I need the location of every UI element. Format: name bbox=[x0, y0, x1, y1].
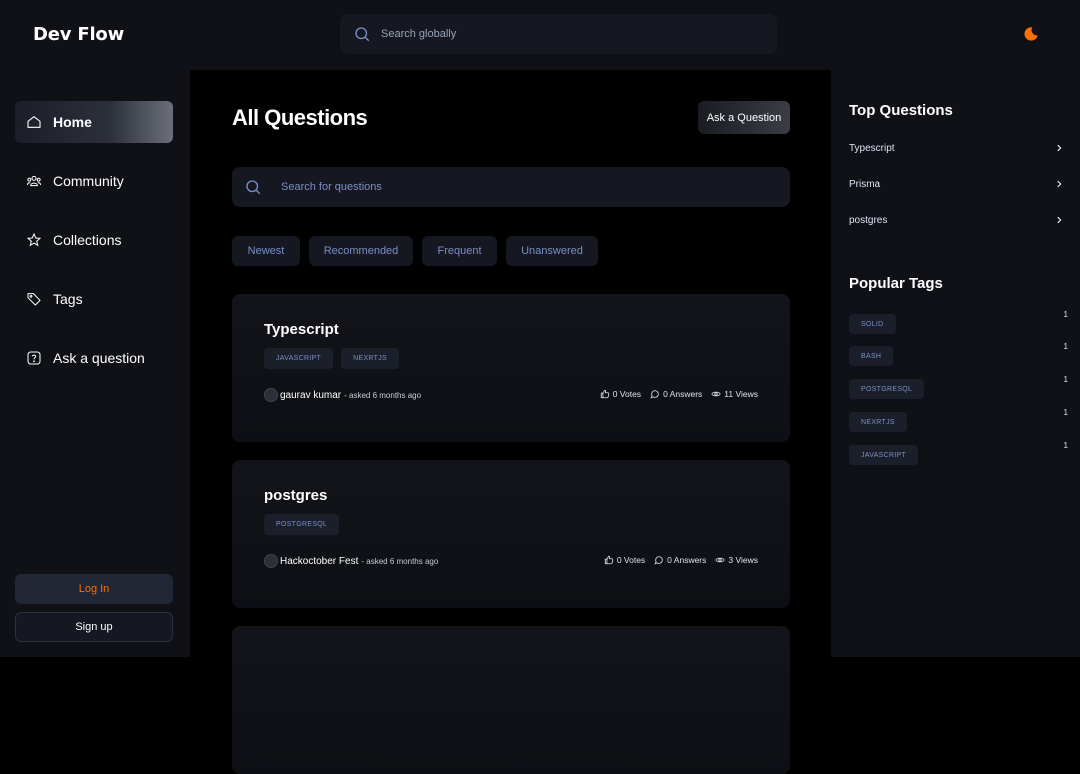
tag-count: 1 bbox=[1063, 310, 1068, 319]
top-questions-heading: Top Questions bbox=[849, 102, 953, 119]
popular-tag-item[interactable]: POSTGRESQL 1 bbox=[849, 375, 1068, 399]
home-icon bbox=[27, 115, 41, 128]
tag-chip[interactable]: BASH bbox=[849, 346, 894, 366]
question-author-meta: gaurav kumar - asked 6 months ago bbox=[264, 388, 421, 402]
sidebar-item-label: Home bbox=[53, 114, 92, 130]
chevron-right-icon bbox=[1057, 180, 1062, 188]
question-tags: POSTGRESQL bbox=[264, 514, 340, 535]
tag-icon bbox=[27, 293, 41, 306]
answers-stat: 0 Answers bbox=[650, 389, 702, 399]
author-name[interactable]: gaurav kumar bbox=[280, 390, 341, 401]
top-question-title: Prisma bbox=[849, 178, 881, 190]
eye-icon bbox=[711, 391, 721, 397]
star-icon bbox=[26, 232, 42, 247]
message-icon bbox=[654, 556, 663, 565]
question-title[interactable]: postgres bbox=[264, 487, 327, 504]
tag-chip[interactable]: JAVASCRIPT bbox=[849, 445, 919, 465]
popular-tag-item[interactable]: JAVASCRIPT 1 bbox=[849, 441, 1068, 465]
answers-count: 0 Answers bbox=[667, 555, 707, 565]
views-stat: 3 Views bbox=[715, 555, 758, 565]
question-author-meta: Hackoctober Fest - asked 6 months ago bbox=[264, 554, 438, 568]
community-icon bbox=[26, 175, 42, 187]
votes-stat: 0 Votes bbox=[604, 555, 645, 565]
tag-chip[interactable]: JAVASCRIPT bbox=[264, 348, 334, 369]
top-question-title: postgres bbox=[849, 214, 888, 226]
chevron-right-icon bbox=[1057, 144, 1062, 152]
search-icon bbox=[246, 180, 261, 195]
sidebar-item-label: Ask a question bbox=[53, 350, 145, 366]
answers-stat: 0 Answers bbox=[654, 555, 706, 565]
ask-question-button[interactable]: Ask a Question bbox=[698, 101, 790, 134]
filter-frequent[interactable]: Frequent bbox=[422, 236, 497, 266]
sidebar-item-community[interactable]: Community bbox=[15, 160, 173, 202]
top-question-item[interactable]: Typescript bbox=[849, 138, 1064, 158]
votes-count: 0 Votes bbox=[616, 555, 646, 565]
main-content: All Questions Ask a Question Newest Reco… bbox=[190, 70, 831, 774]
tag-chip[interactable]: NEXRTJS bbox=[849, 412, 907, 432]
top-question-item[interactable]: Prisma bbox=[849, 174, 1064, 194]
thumbs-up-icon bbox=[600, 389, 609, 399]
signup-button[interactable]: Sign up bbox=[15, 612, 173, 642]
author-name[interactable]: Hackoctober Fest bbox=[280, 556, 358, 567]
thumbs-up-icon bbox=[604, 555, 614, 565]
popular-tag-item[interactable]: NEXRTJS 1 bbox=[849, 408, 1068, 432]
votes-stat: 0 Votes bbox=[600, 389, 641, 399]
top-question-item[interactable]: postgres bbox=[849, 210, 1064, 230]
popular-tag-item[interactable]: BASH 1 bbox=[849, 342, 1068, 366]
question-search-bar[interactable] bbox=[232, 167, 790, 207]
app-logo[interactable]: Dev Flow bbox=[33, 24, 124, 45]
question-card[interactable]: postgres POSTGRESQL Hackoctober Fest - a… bbox=[232, 460, 790, 608]
filter-recommended[interactable]: Recommended bbox=[309, 236, 413, 266]
question-card[interactable]: Typescript JAVASCRIPT NEXRTJS gaurav kum… bbox=[232, 294, 790, 442]
views-stat: 11 Views bbox=[711, 389, 758, 399]
sidebar-item-label: Tags bbox=[53, 291, 83, 307]
login-button[interactable]: Log In bbox=[15, 574, 173, 604]
asked-time: - asked 6 months ago bbox=[361, 556, 439, 566]
question-tags: JAVASCRIPT NEXRTJS bbox=[264, 348, 400, 369]
popular-tag-item[interactable]: SOLID 1 bbox=[849, 310, 1068, 334]
question-card[interactable] bbox=[232, 626, 790, 774]
question-icon bbox=[27, 351, 41, 365]
answers-count: 0 Answers bbox=[663, 389, 703, 399]
sidebar-item-tags[interactable]: Tags bbox=[15, 278, 173, 320]
search-icon bbox=[355, 27, 370, 42]
filter-newest[interactable]: Newest bbox=[232, 236, 300, 266]
global-search-bar[interactable] bbox=[340, 14, 777, 54]
popular-tags-heading: Popular Tags bbox=[849, 275, 943, 292]
page-title: All Questions bbox=[232, 105, 368, 130]
message-icon bbox=[650, 390, 659, 399]
question-stats: 0 Votes 0 Answers 11 Views bbox=[600, 389, 758, 399]
question-title[interactable]: Typescript bbox=[264, 321, 339, 338]
chevron-right-icon bbox=[1057, 216, 1062, 224]
global-search-input[interactable] bbox=[381, 28, 761, 40]
sidebar-item-label: Community bbox=[53, 173, 124, 189]
sidebar-item-home[interactable]: Home bbox=[15, 101, 173, 143]
sidebar-item-collections[interactable]: Collections bbox=[15, 219, 173, 261]
sidebar-item-label: Collections bbox=[53, 232, 122, 248]
tag-count: 1 bbox=[1063, 375, 1068, 384]
tag-chip[interactable]: SOLID bbox=[849, 314, 896, 334]
left-sidebar: Home Community Collections Tags Ask a qu… bbox=[0, 70, 190, 657]
sidebar-item-ask-question[interactable]: Ask a question bbox=[15, 337, 173, 379]
filter-unanswered[interactable]: Unanswered bbox=[506, 236, 598, 266]
avatar[interactable] bbox=[264, 388, 278, 402]
question-search-input[interactable] bbox=[281, 181, 761, 193]
tag-count: 1 bbox=[1063, 441, 1068, 450]
tag-chip[interactable]: NEXRTJS bbox=[341, 348, 400, 369]
views-count: 11 Views bbox=[724, 389, 758, 399]
right-sidebar: Top Questions Typescript Prisma postgres… bbox=[831, 70, 1080, 657]
tag-count: 1 bbox=[1063, 408, 1068, 417]
tag-chip[interactable]: POSTGRESQL bbox=[849, 379, 925, 399]
tag-chip[interactable]: POSTGRESQL bbox=[264, 514, 340, 535]
question-stats: 0 Votes 0 Answers 3 Views bbox=[604, 555, 758, 565]
tag-count: 1 bbox=[1063, 342, 1068, 351]
eye-icon bbox=[715, 557, 726, 563]
top-navbar: Dev Flow bbox=[0, 0, 1080, 70]
views-count: 3 Views bbox=[728, 555, 758, 565]
avatar[interactable] bbox=[264, 554, 278, 568]
asked-time: - asked 6 months ago bbox=[344, 390, 422, 400]
moon-icon[interactable] bbox=[1023, 26, 1039, 42]
top-question-title: Typescript bbox=[849, 142, 895, 154]
votes-count: 0 Votes bbox=[612, 389, 642, 399]
